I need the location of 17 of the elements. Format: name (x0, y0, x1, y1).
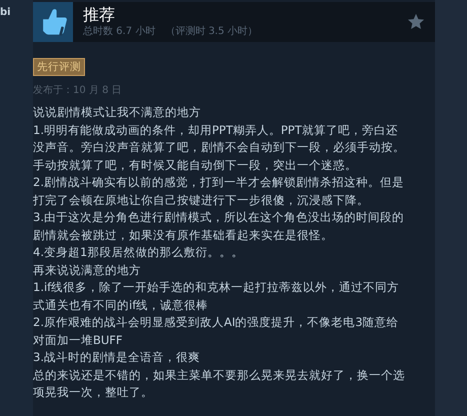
review-paragraph: 总的来说还是不错的，如果主菜单不要那么晃来晃去就好了，换一个选项晃我一次，整吐了。 (33, 366, 405, 401)
early-access-badge: 先行评测 (33, 58, 85, 76)
review-paragraph: 2.原作艰难的战斗会明显感受到敌人AI的强度提升，不像老电3随意给对面加一堆BUFF (33, 314, 400, 348)
review-verdict: 推荐 (83, 6, 116, 24)
review-paragraph: 3.战斗时的剧情是全语音，很爽 (33, 349, 201, 366)
review-paragraph: 说说剧情模式让我不满意的地方 (33, 104, 202, 121)
review-paragraph: 4.变身超1那段居然做的那么敷衍。。。 (33, 244, 244, 261)
playtime-at-review: （评测时 3.5 小时） (165, 24, 258, 38)
review-paragraph: 3.由于这次是分角色进行剧情模式，所以在这个角色没出场的时间段的剧情就会被跳过，如果没有原作基础看起来实在是很怪。 (33, 209, 405, 244)
review-paragraph: 1.明明有能做成动画的条件，却用PPT糊弄人。PPT就算了吧，旁白还没声音。旁白没声音就算了吧，剧情不会自动到下一段，必须手动按。手动按就算了吧，有时候又能自动倒下一段，突出一个迷惑。 (33, 122, 405, 174)
playtime-text: 总时数 6.7 小时 (83, 24, 156, 38)
review-paragraph: 2.剧情战斗确实有以前的感觉，打到一半才会解锁剧情杀招这种。但是打完了会顿在原地让你自己按键进行下一步很傻，沉浸感下降。 (33, 174, 405, 208)
posted-date: 发布于：10 月 8 日 (33, 84, 123, 97)
review-paragraph: 1.if线很多，除了一开始手选的和克林一起打拉蒂兹以外，通过不同方式通关也有不同的if线，诚意很棒 (33, 279, 400, 314)
author-name[interactable]: bi (0, 7, 11, 18)
review-paragraph: 再来说说满意的地方 (33, 262, 142, 278)
star-icon[interactable] (407, 13, 425, 31)
